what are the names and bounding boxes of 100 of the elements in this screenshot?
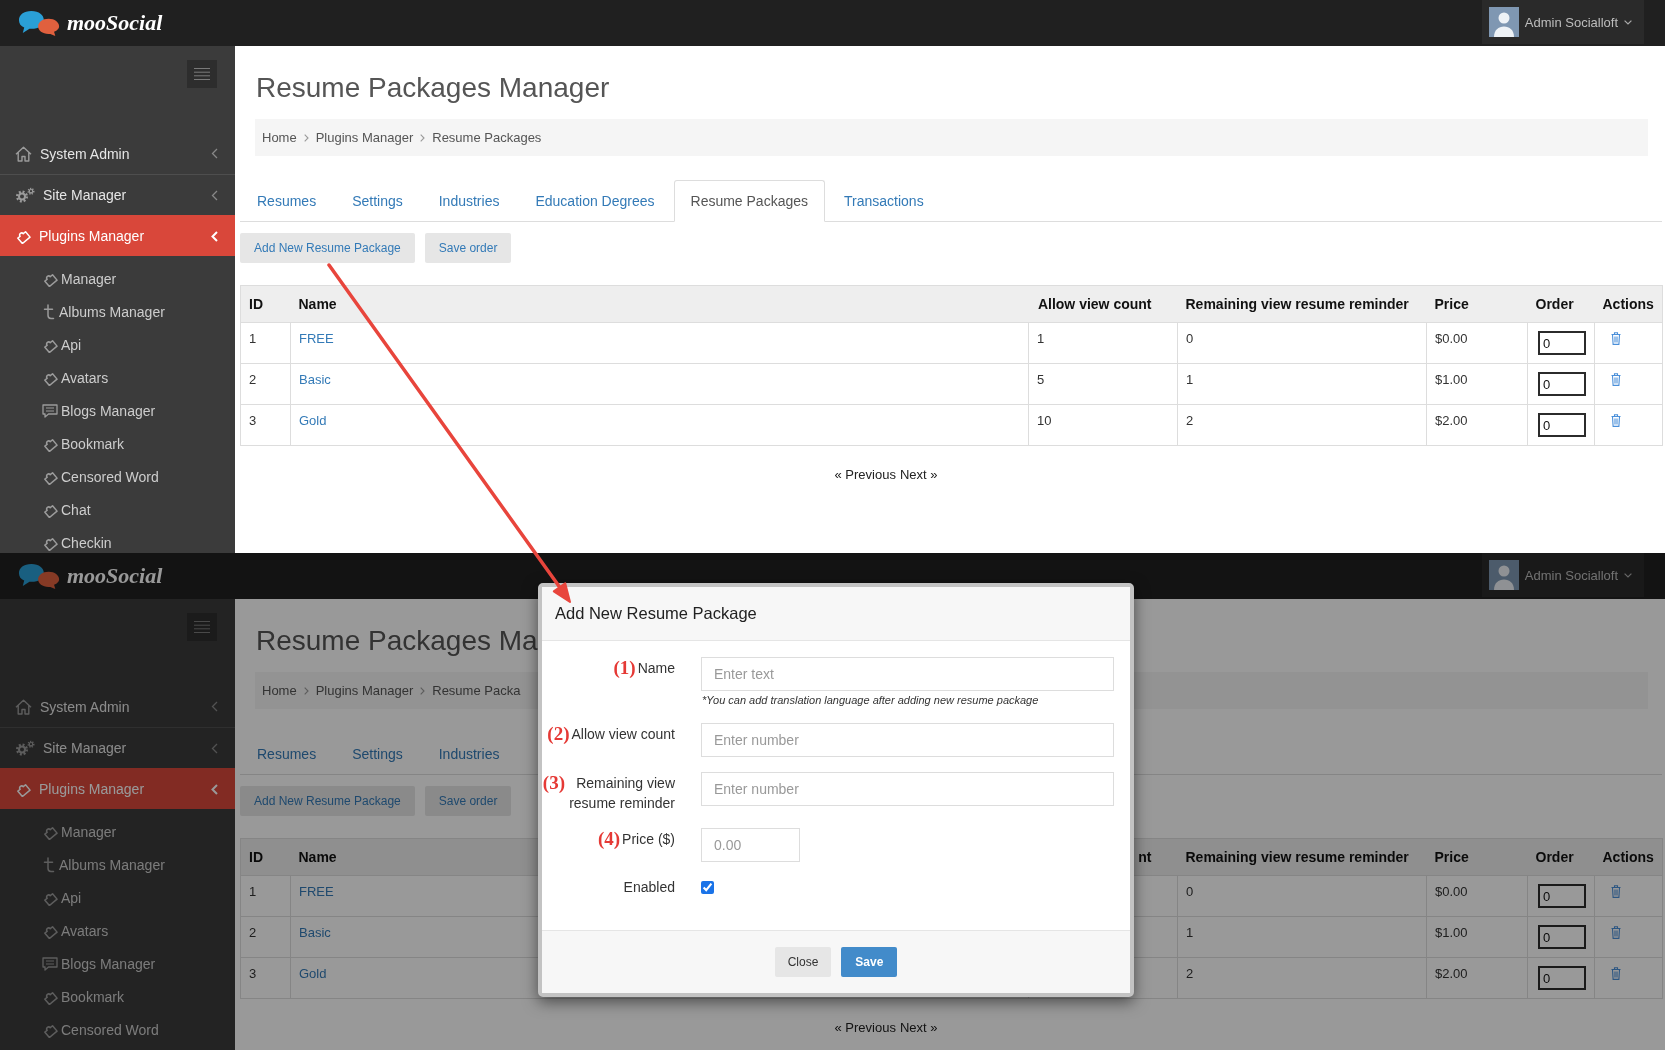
- field-label: Enabled: [623, 878, 675, 897]
- table-cell: 1: [1037, 331, 1045, 346]
- menu-toggle-button[interactable]: [187, 613, 217, 641]
- sidebar-item[interactable]: System Admin: [0, 133, 235, 174]
- table-cell: 3: [249, 966, 257, 981]
- tab[interactable]: Transactions: [827, 180, 941, 222]
- menu-toggle-button[interactable]: [187, 60, 217, 88]
- column-header: Remaining view resume reminder: [1185, 849, 1409, 865]
- puzzle-piece-icon: [42, 502, 58, 518]
- add-package-button[interactable]: Add New Resume Package: [240, 233, 415, 263]
- sidebar-subitem[interactable]: Albums Manager: [42, 856, 165, 874]
- tab[interactable]: Resume Packages: [673, 180, 826, 222]
- sidebar-subitem[interactable]: Checkin: [42, 534, 112, 552]
- sidebar-item[interactable]: System Admin: [0, 686, 235, 727]
- brand-name: mooSocial: [67, 563, 163, 589]
- sidebar-item[interactable]: Plugins Manager: [0, 215, 235, 256]
- tab[interactable]: Industries: [421, 733, 517, 775]
- save-order-button[interactable]: Save order: [424, 233, 512, 263]
- tab[interactable]: Resumes: [240, 180, 334, 222]
- trash-icon[interactable]: [1611, 373, 1621, 386]
- sidebar-subitem[interactable]: Censored Word: [42, 468, 159, 486]
- chevron-right-icon: [420, 686, 426, 695]
- save-order-button[interactable]: Save order: [424, 786, 512, 816]
- tab[interactable]: Settings: [335, 180, 420, 222]
- package-name-link[interactable]: FREE: [299, 331, 334, 346]
- tab[interactable]: Industries: [421, 180, 517, 222]
- sidebar-subitem[interactable]: Api: [42, 336, 82, 354]
- table-cell: 3: [249, 413, 257, 428]
- pagination-link[interactable]: « Previous: [834, 1020, 896, 1035]
- package-name-link[interactable]: Gold: [299, 413, 327, 428]
- modal-title: Add New Resume Package: [555, 604, 757, 623]
- pagination-link[interactable]: « Previous: [834, 467, 896, 482]
- trash-icon[interactable]: [1611, 332, 1621, 345]
- sidebar-subitem[interactable]: Blogs Manager: [42, 402, 156, 420]
- close-button[interactable]: Close: [774, 947, 832, 977]
- sidebar-subitem[interactable]: Manager: [42, 270, 117, 288]
- text-field[interactable]: Enter number: [701, 772, 1114, 806]
- chevron-right-icon: [303, 133, 309, 142]
- price-field[interactable]: 0.00: [701, 828, 800, 862]
- sidebar-subitem[interactable]: Avatars: [42, 369, 109, 387]
- breadcrumb-link[interactable]: Plugins Manager: [315, 130, 414, 145]
- order-field[interactable]: 0: [1538, 925, 1586, 949]
- sidebar-subitem[interactable]: Censored Word: [42, 1021, 159, 1039]
- user-menu[interactable]: Admin Socialloft: [1481, 553, 1644, 597]
- tab[interactable]: Resumes: [240, 733, 334, 775]
- package-name-link[interactable]: Basic: [299, 925, 331, 940]
- order-field[interactable]: 0: [1538, 413, 1586, 437]
- step-number-annotation: (2): [547, 724, 570, 744]
- comment-icon: [42, 404, 58, 418]
- tab[interactable]: Education Degrees: [518, 180, 672, 222]
- brand-name: mooSocial: [67, 10, 163, 36]
- puzzle-piece-icon: [42, 337, 58, 353]
- sidebar-subitem[interactable]: Api: [42, 889, 82, 907]
- field-label: Price ($): [622, 830, 675, 849]
- comment-icon: [42, 957, 58, 971]
- home-icon: [15, 145, 32, 162]
- sidebar-subitem[interactable]: Avatars: [42, 922, 109, 940]
- page-title: Resume Packages Manager: [256, 71, 610, 105]
- trash-icon[interactable]: [1611, 926, 1621, 939]
- checkbox[interactable]: [701, 880, 714, 894]
- column-header: Order: [1535, 849, 1574, 865]
- trash-icon[interactable]: [1611, 885, 1621, 898]
- column-header: Allow view count: [1037, 296, 1152, 312]
- column-header: Order: [1535, 296, 1574, 312]
- sidebar-subitem[interactable]: Bookmark: [42, 435, 125, 453]
- column-header: Price: [1434, 849, 1469, 865]
- puzzle-piece-icon: [42, 923, 58, 939]
- help-text: *You can add translation language after adding new resume package: [702, 693, 1040, 708]
- pagination-link[interactable]: Next »: [899, 467, 938, 482]
- package-name-link[interactable]: Gold: [299, 966, 327, 981]
- tab[interactable]: Settings: [335, 733, 420, 775]
- package-name-link[interactable]: FREE: [299, 884, 334, 899]
- order-field[interactable]: 0: [1538, 372, 1586, 396]
- trash-icon[interactable]: [1611, 414, 1621, 427]
- puzzle-piece-icon: [15, 228, 31, 244]
- column-header: Actions: [1602, 849, 1654, 865]
- text-field[interactable]: Enter number: [701, 723, 1114, 757]
- puzzle-piece-icon: [42, 436, 58, 452]
- column-header: Remaining view resume reminder: [1185, 296, 1409, 312]
- sidebar-subitem[interactable]: Manager: [42, 823, 117, 841]
- breadcrumb-link[interactable]: Plugins Manager: [315, 683, 414, 698]
- package-name-link[interactable]: Basic: [299, 372, 331, 387]
- sidebar-item[interactable]: Plugins Manager: [0, 768, 235, 809]
- sidebar-subitem[interactable]: Blogs Manager: [42, 955, 156, 973]
- user-menu[interactable]: Admin Socialloft: [1481, 0, 1644, 44]
- add-package-button[interactable]: Add New Resume Package: [240, 786, 415, 816]
- sidebar-subitem[interactable]: Albums Manager: [42, 303, 165, 321]
- pagination-link[interactable]: Next »: [899, 1020, 938, 1035]
- breadcrumb-link[interactable]: Home: [262, 683, 297, 698]
- trash-icon[interactable]: [1611, 967, 1621, 980]
- puzzle-piece-icon: [42, 469, 58, 485]
- text-field[interactable]: Enter text: [701, 657, 1114, 691]
- order-field[interactable]: 0: [1538, 884, 1586, 908]
- table-cell: $1.00: [1435, 372, 1468, 387]
- sidebar-subitem[interactable]: Bookmark: [42, 988, 125, 1006]
- save-button[interactable]: Save: [841, 947, 898, 977]
- breadcrumb-link[interactable]: Home: [262, 130, 297, 145]
- order-field[interactable]: 0: [1538, 966, 1586, 990]
- order-field[interactable]: 0: [1538, 331, 1586, 355]
- sidebar-subitem[interactable]: Chat: [42, 501, 91, 519]
